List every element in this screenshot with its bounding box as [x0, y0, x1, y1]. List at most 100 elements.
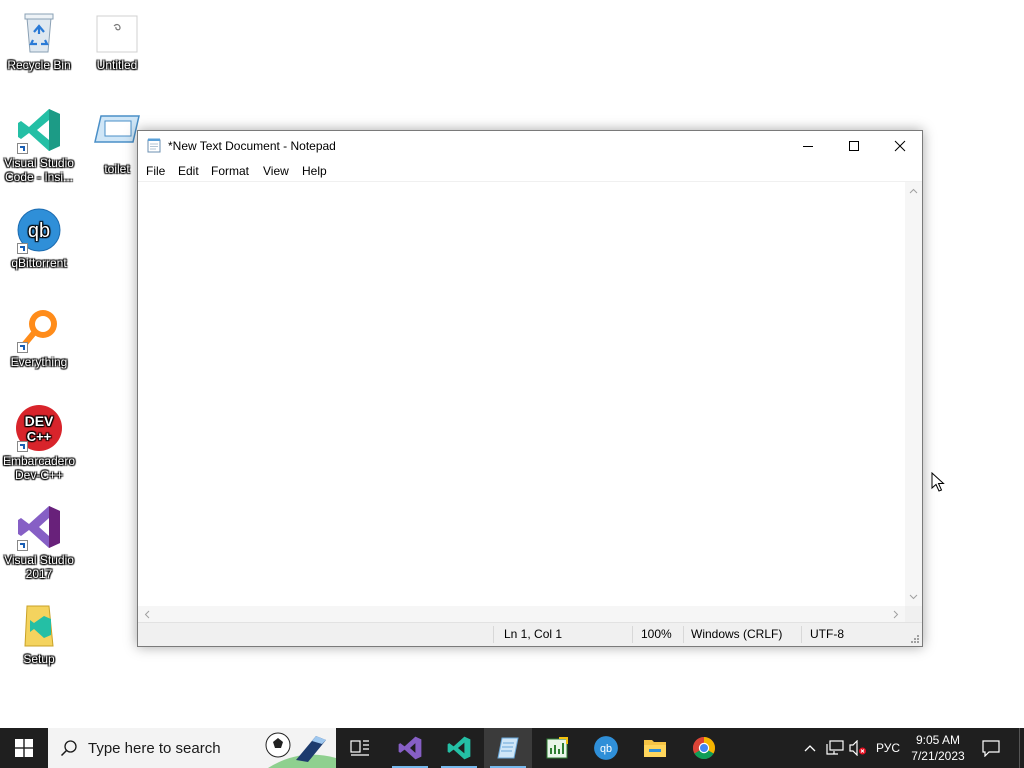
desktop-icon-qbittorrent[interactable]: qb qBittorrent: [0, 206, 78, 270]
desktop-icon-label: Embarcadero Dev-C++: [2, 454, 76, 482]
shortcut-arrow-icon: [17, 143, 28, 154]
minimize-button[interactable]: [785, 131, 830, 161]
svg-text:qb: qb: [600, 743, 612, 755]
visual-studio-icon: [15, 503, 63, 551]
recycle-bin-icon: [15, 8, 63, 56]
file-explorer-icon: [644, 740, 666, 757]
input-language-indicator[interactable]: РУС: [876, 741, 900, 755]
scroll-left-arrow-icon[interactable]: [140, 606, 154, 623]
status-separator: [683, 626, 684, 643]
scrollbar-corner: [905, 606, 922, 623]
notepad-icon: [497, 737, 519, 759]
desktop-icon-dev-cpp[interactable]: DEV C++ Embarcadero Dev-C++: [0, 404, 78, 482]
untitled-file-icon: [95, 8, 139, 56]
volume-muted-icon[interactable]: [849, 740, 867, 756]
qbittorrent-icon: qb: [15, 206, 63, 254]
dev-cpp-icon: DEV C++: [15, 404, 63, 452]
menu-bar: File Edit Format View Help: [138, 161, 922, 181]
status-bar: Ln 1, Col 1 100% Windows (CRLF) UTF-8: [138, 622, 922, 646]
status-cursor-position: Ln 1, Col 1: [504, 627, 563, 641]
editor-content[interactable]: [142, 184, 902, 603]
menu-format[interactable]: Format: [211, 164, 249, 178]
start-button[interactable]: [0, 728, 48, 768]
desktop-icon-label: Untitled: [96, 58, 138, 72]
taskbar-qbittorrent[interactable]: qb: [582, 728, 630, 768]
clock-date: 7/21/2023: [911, 749, 965, 763]
close-button[interactable]: [877, 131, 922, 161]
qbittorrent-icon: qb: [594, 736, 618, 760]
taskbar-spreadsheet[interactable]: [533, 728, 581, 768]
taskbar-chrome[interactable]: [680, 728, 728, 768]
scroll-right-arrow-icon[interactable]: [889, 606, 903, 623]
shortcut-arrow-icon: [17, 540, 28, 551]
svg-text:DEV: DEV: [25, 413, 54, 429]
desktop-icon-label: Everything: [10, 355, 68, 369]
status-separator: [801, 626, 802, 643]
desktop-icon-label: Visual Studio Code - Insi...: [4, 156, 74, 184]
toilet-file-icon: [93, 112, 141, 160]
menu-file[interactable]: File: [146, 164, 165, 178]
desktop-icon-everything[interactable]: Everything: [0, 305, 78, 369]
svg-text:qb: qb: [28, 220, 50, 242]
desktop-icon-visual-studio-2017[interactable]: Visual Studio 2017: [0, 503, 78, 581]
task-view-icon: [350, 740, 369, 756]
minimize-icon: [803, 146, 813, 147]
scroll-down-arrow-icon[interactable]: [905, 590, 922, 604]
desktop-icon-setup[interactable]: Setup: [0, 602, 78, 666]
notifications-icon[interactable]: [981, 739, 1001, 757]
search-placeholder: Type here to search: [88, 740, 221, 757]
show-desktop-button[interactable]: [1019, 728, 1020, 768]
status-separator: [632, 626, 633, 643]
close-icon: [894, 140, 906, 152]
taskbar-search-box[interactable]: Type here to search: [48, 728, 336, 768]
menu-help[interactable]: Help: [302, 164, 327, 178]
desktop-icon-untitled[interactable]: Untitled: [78, 8, 156, 72]
mouse-cursor-icon: [931, 472, 945, 492]
visual-studio-icon: [398, 736, 422, 760]
desktop-icon-vscode-insiders[interactable]: Visual Studio Code - Insi...: [0, 106, 78, 184]
taskbar-visual-studio[interactable]: [386, 728, 434, 768]
horizontal-scrollbar[interactable]: [138, 606, 905, 623]
vscode-icon: [447, 736, 471, 760]
taskbar-notepad[interactable]: [484, 728, 532, 768]
maximize-icon: [849, 141, 859, 151]
windows-logo-icon: [15, 739, 33, 757]
maximize-button[interactable]: [831, 131, 876, 161]
notepad-icon: [147, 138, 161, 153]
status-line-endings: Windows (CRLF): [691, 627, 783, 641]
text-editor-area[interactable]: [138, 181, 922, 623]
chrome-icon: [693, 737, 715, 759]
taskbar-vscode[interactable]: [435, 728, 483, 768]
window-title: *New Text Document - Notepad: [168, 139, 336, 153]
taskbar-file-explorer[interactable]: [631, 728, 679, 768]
search-icon: [60, 740, 77, 757]
setup-installer-icon: [15, 602, 63, 650]
title-bar[interactable]: *New Text Document - Notepad: [138, 131, 922, 161]
shortcut-arrow-icon: [17, 342, 28, 353]
desktop-icon-label: Recycle Bin: [7, 58, 71, 72]
status-zoom: 100%: [641, 627, 672, 641]
show-hidden-icons-chevron-icon[interactable]: [804, 743, 816, 753]
shortcut-arrow-icon: [17, 243, 28, 254]
svg-text:C++: C++: [27, 429, 52, 444]
shortcut-arrow-icon: [17, 441, 28, 452]
system-clock[interactable]: 9:05 AM 7/21/2023: [903, 732, 973, 764]
network-icon[interactable]: [826, 740, 844, 756]
desktop-icon-label: Setup: [23, 652, 55, 666]
spreadsheet-icon: [546, 737, 568, 759]
menu-edit[interactable]: Edit: [178, 164, 199, 178]
task-view-button[interactable]: [336, 728, 384, 768]
status-separator: [493, 626, 494, 643]
desktop-icon-recycle-bin[interactable]: Recycle Bin: [0, 8, 78, 72]
status-encoding: UTF-8: [810, 627, 844, 641]
vertical-scrollbar[interactable]: [905, 182, 922, 606]
menu-view[interactable]: View: [263, 164, 289, 178]
resize-grip-icon[interactable]: [910, 634, 920, 644]
notepad-window[interactable]: *New Text Document - Notepad File Edit F…: [137, 130, 923, 647]
everything-search-icon: [15, 305, 63, 353]
desktop-icon-label: Visual Studio 2017: [4, 553, 74, 581]
taskbar: Type here to search qb РУС 9:05 AM 7/21/…: [0, 728, 1024, 768]
vscode-insiders-icon: [15, 106, 63, 154]
scroll-up-arrow-icon[interactable]: [905, 184, 922, 198]
desktop-icon-label: qBittorrent: [11, 256, 67, 270]
